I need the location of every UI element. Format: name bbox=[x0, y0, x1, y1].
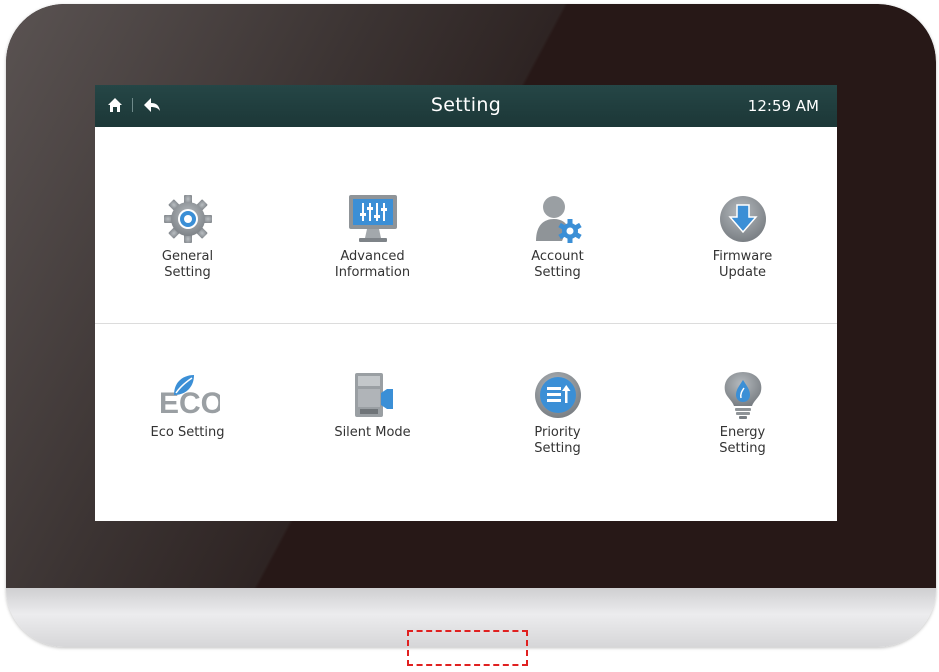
tile-label: Energy Setting bbox=[719, 425, 766, 456]
touch-screen: Setting 12:59 AM General Setting Advance… bbox=[95, 85, 837, 521]
tile-label: Account Setting bbox=[531, 249, 584, 280]
tile-label: Eco Setting bbox=[150, 425, 225, 440]
tile-label: Firmware Update bbox=[712, 249, 773, 280]
tile-label: Silent Mode bbox=[334, 425, 411, 440]
monitor-equalizer-icon bbox=[348, 195, 397, 242]
account-setting-button[interactable]: Account Setting bbox=[465, 193, 650, 281]
gear-icon bbox=[163, 195, 212, 243]
silent-unit-icon bbox=[354, 373, 393, 417]
tile-label: Priority Setting bbox=[534, 425, 581, 456]
advanced-information-button[interactable]: Advanced Information bbox=[280, 193, 465, 281]
sensor-highlight-box bbox=[407, 630, 528, 666]
firmware-update-button[interactable]: Firmware Update bbox=[650, 193, 835, 281]
user-settings-icon bbox=[535, 196, 582, 243]
general-setting-button[interactable]: General Setting bbox=[95, 193, 280, 281]
tile-label: General Setting bbox=[161, 249, 214, 280]
download-arrow-icon bbox=[719, 196, 766, 242]
clock-time: 12:59 AM bbox=[747, 97, 819, 115]
eco-leaf-icon: ECO bbox=[159, 375, 220, 420]
priority-setting-button[interactable]: Priority Setting bbox=[465, 369, 650, 457]
row-divider bbox=[95, 323, 837, 324]
page-title: Setting bbox=[430, 94, 502, 116]
eco-setting-button[interactable]: ECO Eco Setting bbox=[95, 369, 280, 441]
title-bar: Setting 12:59 AM bbox=[95, 85, 837, 127]
tile-label: Advanced Information bbox=[334, 249, 411, 280]
energy-bulb-icon bbox=[724, 372, 761, 419]
energy-setting-button[interactable]: Energy Setting bbox=[650, 369, 835, 457]
silent-mode-button[interactable]: Silent Mode bbox=[280, 369, 465, 441]
priority-list-icon bbox=[534, 372, 581, 418]
svg-text:ECO: ECO bbox=[159, 387, 220, 420]
